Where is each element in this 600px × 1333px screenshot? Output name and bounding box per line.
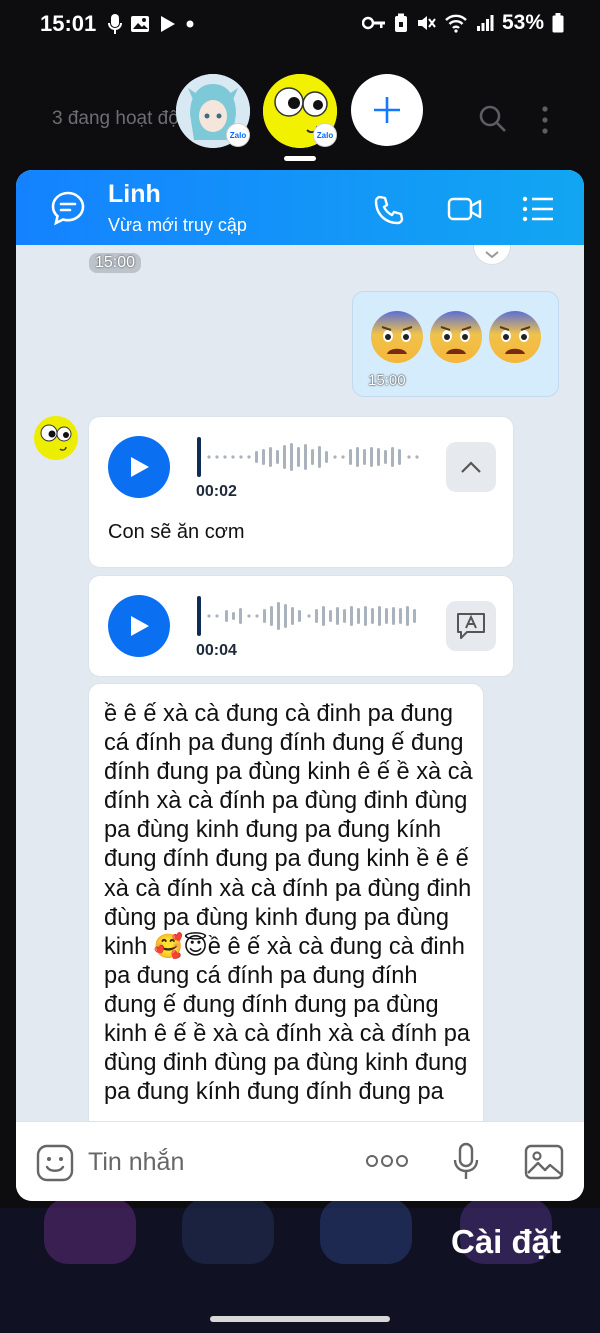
- reaction-button[interactable]: [473, 245, 511, 265]
- voice-duration: 00:02: [196, 483, 237, 500]
- chevron-up-icon: [461, 461, 481, 473]
- mic-icon: [108, 14, 122, 34]
- sticker-icon[interactable]: [36, 1144, 74, 1182]
- voice-transcript: Con sẽ ăn cơm: [108, 521, 245, 543]
- text-message[interactable]: ề ê ế xà cà đung cà đinh pa đung cá đính…: [88, 683, 484, 1121]
- status-bar: 15:01 53%: [0, 0, 600, 50]
- audio-waveform[interactable]: [197, 594, 425, 638]
- play-store-icon: [161, 16, 175, 32]
- chat-header: Linh Vừa mới truy cập: [16, 170, 584, 245]
- voice-duration: 00:04: [196, 642, 237, 659]
- play-icon: [131, 457, 149, 477]
- anxious-face-emoji: [371, 311, 423, 363]
- microphone-icon[interactable]: [453, 1142, 479, 1182]
- phone-call-icon[interactable]: [373, 194, 405, 226]
- zalo-badge: Zalo: [226, 123, 250, 147]
- home-gesture-bar[interactable]: [210, 1316, 390, 1322]
- add-chat-head-button[interactable]: [351, 74, 423, 146]
- zalo-badge: Zalo: [313, 123, 337, 147]
- play-icon: [131, 616, 149, 636]
- message-list[interactable]: 15:00 15:00 00:02 Con sẽ ăn cơm 00:04 ề …: [16, 245, 584, 1121]
- voice-message[interactable]: 00:04: [88, 575, 514, 677]
- status-notification-icons: [108, 13, 194, 35]
- gallery-icon: [131, 16, 149, 32]
- active-head-indicator: [284, 156, 316, 161]
- message-input-bar: Tin nhắn: [16, 1121, 584, 1201]
- background-app-icon: [182, 1198, 274, 1264]
- sender-avatar[interactable]: [34, 416, 78, 460]
- battery-icon: [552, 13, 564, 33]
- status-time: 15:01: [40, 11, 97, 36]
- settings-label: Cài đặt: [451, 1223, 562, 1260]
- more-vertical-icon: [542, 106, 548, 134]
- background-app-icon: [320, 1198, 412, 1264]
- wifi-icon: [445, 14, 467, 33]
- voice-message[interactable]: 00:02 Con sẽ ăn cơm: [88, 416, 514, 568]
- plus-icon: [374, 97, 400, 123]
- signal-icon: [476, 15, 494, 31]
- more-horizontal-icon[interactable]: [365, 1154, 409, 1168]
- anxious-face-emoji: [430, 311, 482, 363]
- message-time: 15:00: [368, 372, 406, 389]
- video-call-icon[interactable]: [447, 195, 483, 223]
- collapse-transcript-button[interactable]: [446, 442, 496, 492]
- search-icon: [479, 105, 506, 132]
- transcribe-button[interactable]: [446, 601, 496, 651]
- heart-icon: [485, 251, 499, 259]
- audio-waveform[interactable]: [197, 435, 425, 479]
- message-time: 15:00: [89, 253, 142, 273]
- my-emoji-message[interactable]: 15:00: [352, 291, 559, 397]
- transcribe-icon: [457, 613, 485, 639]
- dot-icon: [186, 20, 194, 28]
- image-icon[interactable]: [524, 1144, 564, 1180]
- lock-battery-icon: [394, 13, 407, 32]
- message-text: ề ê ế xà cà đung cà đinh pa đung cá đính…: [104, 701, 473, 1106]
- key-icon: [361, 16, 385, 30]
- chat-bubble-window: Linh Vừa mới truy cập 15:00 15:00 00:02 …: [16, 170, 584, 1201]
- menu-list-icon[interactable]: [522, 196, 554, 222]
- message-input[interactable]: Tin nhắn: [88, 1148, 184, 1177]
- mute-icon: [417, 16, 436, 30]
- battery-percent: 53%: [501, 11, 544, 34]
- play-button[interactable]: [108, 436, 170, 498]
- background-app-icon: [44, 1198, 136, 1264]
- contact-status: Vừa mới truy cập: [108, 215, 247, 235]
- play-button[interactable]: [108, 595, 170, 657]
- status-system-icons: 53%: [361, 11, 564, 35]
- anxious-face-emoji: [489, 311, 541, 363]
- chat-bubble-icon[interactable]: [50, 190, 86, 226]
- contact-name[interactable]: Linh: [108, 180, 161, 209]
